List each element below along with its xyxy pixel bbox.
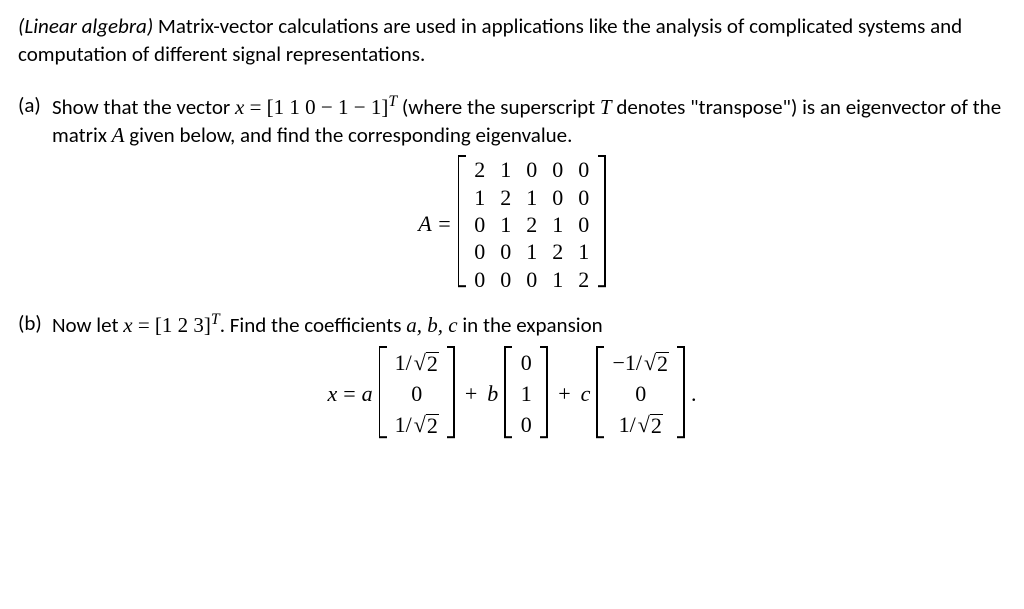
cell: 1 <box>500 157 512 182</box>
cell: 0 <box>526 267 538 292</box>
vector-v3: −1/2 0 1/2 <box>596 346 685 442</box>
cell: 2 <box>552 239 564 264</box>
exp-lhs-x: x <box>327 379 337 409</box>
expansion-block: x = a 1/2 0 1/2 + b 0 1 0 <box>18 346 1006 442</box>
cell: 0 <box>520 412 532 437</box>
cell: 2 <box>474 157 486 182</box>
cell: 0 <box>500 239 512 264</box>
part-b: (b) Now let x = [1 2 3]T. Find the coeff… <box>18 309 1006 441</box>
coef-a: a <box>362 379 373 409</box>
part-b-post2: in the expansion <box>458 312 603 338</box>
exp-period: . <box>691 379 697 409</box>
plus-1: + <box>461 379 481 409</box>
v1-body: 1/2 0 1/2 <box>387 346 447 442</box>
vector-x-b: [1 2 3]T <box>155 313 220 337</box>
cell: 0 <box>552 185 564 210</box>
vector-v2: 0 1 0 <box>504 346 548 442</box>
eq-sign-b: = <box>133 313 155 337</box>
bracket-right-icon <box>540 346 548 438</box>
cell: 1/2 <box>612 412 669 437</box>
cell: 0 <box>474 239 486 264</box>
matrix-A: 21000 12100 01210 00121 00012 <box>458 155 606 291</box>
cell: 1/2 <box>395 350 439 375</box>
cell: 0 <box>552 157 564 182</box>
cell: 0 <box>520 350 532 375</box>
part-a-label: (a) <box>18 91 52 119</box>
vars-abc: a, b, c <box>406 313 457 337</box>
cell: 0 <box>612 381 669 406</box>
bracket-right-icon <box>677 346 685 438</box>
plus-2: + <box>554 379 574 409</box>
cell: 0 <box>578 185 590 210</box>
cell: 0 <box>474 212 486 237</box>
cell: 0 <box>526 157 538 182</box>
cell: −1/2 <box>612 350 669 375</box>
cell: 1 <box>578 239 590 264</box>
cell: 1 <box>526 239 538 264</box>
subject-tag: (Linear algebra) <box>18 13 153 39</box>
cell: 0 <box>474 267 486 292</box>
cell: 0 <box>578 157 590 182</box>
part-a: (a) Show that the vector x = [1 1 0 − 1 … <box>18 91 1006 292</box>
v2-body: 0 1 0 <box>512 346 540 442</box>
bracket-left-icon <box>379 346 387 438</box>
bracket-left-icon <box>504 346 512 438</box>
coef-b: b <box>487 379 498 409</box>
part-a-pre: Show that the vector <box>52 94 235 120</box>
cell: 1/2 <box>395 412 439 437</box>
cell: 0 <box>578 212 590 237</box>
bracket-left-icon <box>458 155 466 287</box>
cell: 1 <box>552 212 564 237</box>
vector-v1: 1/2 0 1/2 <box>379 346 455 442</box>
cell: 1 <box>474 185 486 210</box>
var-T: T <box>600 95 612 119</box>
intro-paragraph: (Linear algebra) Matrix-vector calculati… <box>18 12 1006 69</box>
cell: 0 <box>395 381 439 406</box>
matrix-lhs: A = <box>418 209 451 239</box>
cell: 1 <box>552 267 564 292</box>
part-b-pre: Now let <box>52 312 123 338</box>
part-a-post1: (where the superscript <box>397 94 600 120</box>
part-b-post1: . Find the coefficients <box>220 312 407 338</box>
exp-eq: = <box>343 379 355 409</box>
bracket-right-icon <box>447 346 455 438</box>
intro-text: Matrix-vector calculations are used in a… <box>18 13 962 67</box>
cell: 0 <box>500 267 512 292</box>
part-b-label: (b) <box>18 309 52 337</box>
cell: 1 <box>526 185 538 210</box>
cell: 2 <box>526 212 538 237</box>
part-a-body: Show that the vector x = [1 1 0 − 1 − 1]… <box>52 91 1006 150</box>
eq-sign: = <box>244 95 266 119</box>
var-x: x <box>235 95 244 119</box>
vector-x-a: [1 1 0 − 1 − 1]T <box>267 95 397 119</box>
part-a-post3: given below, and find the corresponding … <box>125 122 573 148</box>
v3-body: −1/2 0 1/2 <box>604 346 677 442</box>
cell: 1 <box>500 212 512 237</box>
bracket-left-icon <box>596 346 604 438</box>
cell: 2 <box>578 267 590 292</box>
cell: 1 <box>520 381 532 406</box>
part-b-body: Now let x = [1 2 3]T. Find the coefficie… <box>52 309 1006 339</box>
coef-c: c <box>581 379 591 409</box>
var-x-b: x <box>123 313 132 337</box>
var-A: A <box>112 123 125 147</box>
matrix-A-block: A = 21000 12100 01210 00121 00012 <box>18 155 1006 291</box>
bracket-right-icon <box>598 155 606 287</box>
matrix-A-body: 21000 12100 01210 00121 00012 <box>466 155 598 291</box>
cell: 2 <box>500 185 512 210</box>
